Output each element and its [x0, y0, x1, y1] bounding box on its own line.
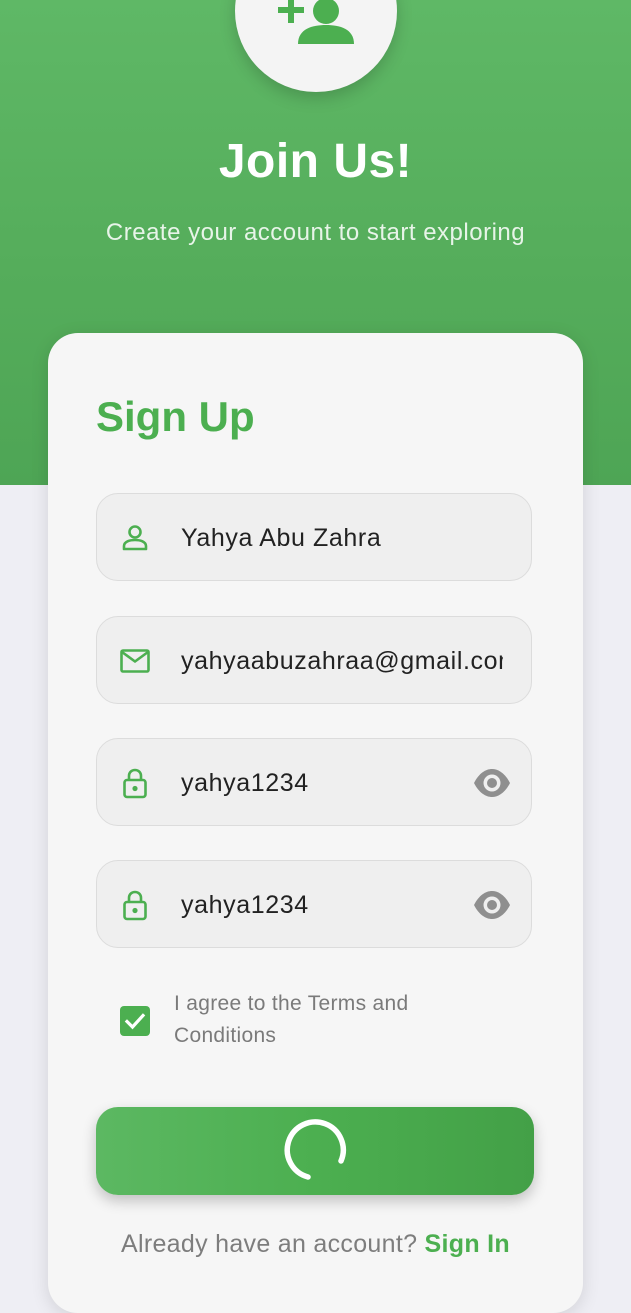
- mail-outline-icon: [120, 649, 150, 673]
- lock-outline-icon: [123, 890, 147, 921]
- eye-icon[interactable]: [473, 765, 511, 801]
- page-subtitle: Create your account to start exploring: [105, 219, 526, 246]
- confirm-password-field[interactable]: yahya1234: [96, 860, 532, 948]
- spinner-icon: [284, 1119, 346, 1180]
- terms-checkbox[interactable]: [120, 1006, 150, 1036]
- add-person-icon: [278, 0, 354, 44]
- eye-icon[interactable]: [473, 887, 511, 923]
- name-field[interactable]: Yahya Abu Zahra: [96, 493, 532, 581]
- sign-up-button[interactable]: [96, 1107, 534, 1195]
- page-title: Join Us!: [218, 135, 413, 188]
- checkmark-icon: [124, 1013, 146, 1030]
- email-field[interactable]: yahyaabuzahraa@gmail.com: [96, 616, 532, 704]
- password-field[interactable]: yahya1234: [96, 738, 532, 826]
- signin-prompt: Already have an account? Sign In: [48, 1230, 583, 1259]
- confirm-password-value: yahya1234: [181, 891, 309, 919]
- password-value: yahya1234: [181, 769, 309, 797]
- avatar-badge: [235, 0, 397, 92]
- terms-label[interactable]: I agree to the Terms and Conditions: [174, 988, 474, 1052]
- person-outline-icon: [122, 525, 148, 551]
- name-value: Yahya Abu Zahra: [181, 524, 382, 552]
- signup-card: Sign Up Yahya Abu Zahra yahyaabuzahraa@g…: [48, 333, 583, 1313]
- signin-question: Already have an account?: [121, 1230, 418, 1258]
- email-value: yahyaabuzahraa@gmail.com: [181, 647, 503, 675]
- form-title: Sign Up: [96, 393, 255, 440]
- lock-outline-icon: [123, 768, 147, 799]
- sign-in-link[interactable]: Sign In: [425, 1230, 510, 1258]
